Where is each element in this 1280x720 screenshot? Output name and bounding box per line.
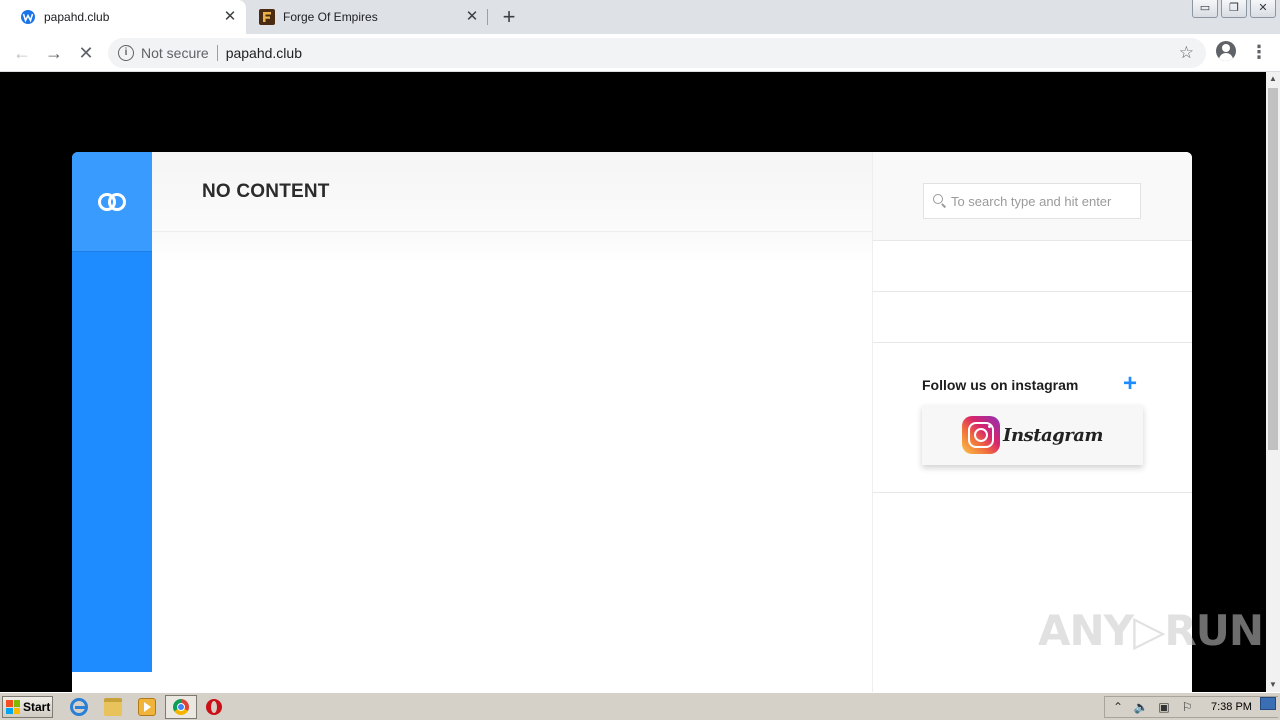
window-controls: ▭ ❐ ✕: [1189, 0, 1276, 18]
omnibox-divider: [216, 45, 218, 61]
tab-strip: papahd.club ✕ Forge Of Empires ✕ + ▭ ❐ ✕: [0, 0, 1280, 34]
page-scrollbar[interactable]: ▲ ▼: [1266, 72, 1280, 692]
scroll-up-arrow-icon[interactable]: ▲: [1266, 72, 1280, 86]
close-window-button[interactable]: ✕: [1250, 0, 1276, 18]
taskbar-clock[interactable]: 7:38 PM: [1211, 701, 1252, 713]
scroll-down-arrow-icon[interactable]: ▼: [1266, 678, 1280, 692]
browser-menu-icon[interactable]: ⋮: [1249, 42, 1269, 62]
address-bar[interactable]: i Not secure papahd.club ☆: [108, 38, 1206, 68]
globe-icon: [20, 9, 36, 25]
search-icon: [933, 194, 947, 208]
browser-toolbar: ← → ✕ i Not secure papahd.club ☆: [0, 34, 1280, 72]
minimize-button[interactable]: ▭: [1192, 0, 1218, 18]
instagram-wordmark: Instagram: [1003, 424, 1103, 446]
stop-loading-button[interactable]: ✕: [74, 41, 98, 65]
forward-button[interactable]: →: [42, 41, 66, 65]
search-input[interactable]: [950, 193, 1140, 209]
content-header: NO CONTENT: [152, 152, 872, 232]
show-desktop-icon[interactable]: [1260, 697, 1276, 710]
profile-avatar-icon[interactable]: [1216, 41, 1236, 61]
volume-icon[interactable]: 🔈: [1131, 699, 1151, 715]
instagram-logo-icon: [962, 416, 1001, 454]
plus-icon[interactable]: +: [1123, 370, 1137, 398]
start-button[interactable]: Start: [2, 696, 53, 718]
page-viewport: NO CONTENT Follow us on instagram + Inst…: [0, 72, 1266, 692]
chrome-taskbar-button[interactable]: [165, 695, 197, 719]
windows-logo-icon: [6, 700, 20, 714]
file-explorer-icon[interactable]: [104, 698, 122, 716]
tab-title: papahd.club: [44, 10, 110, 24]
system-tray: ⌃ 🔈 ▣ ⚐ 7:38 PM: [1104, 696, 1278, 718]
restore-button[interactable]: ❐: [1221, 0, 1247, 18]
instagram-widget-title: Follow us on instagram: [922, 377, 1079, 393]
back-button[interactable]: ←: [10, 41, 34, 65]
network-icon[interactable]: ▣: [1154, 699, 1174, 715]
page-title: NO CONTENT: [202, 181, 330, 202]
internet-explorer-icon[interactable]: [70, 698, 88, 716]
bookmark-star-icon[interactable]: ☆: [1179, 43, 1194, 63]
action-center-flag-icon[interactable]: ⚐: [1177, 699, 1197, 715]
close-tab-icon[interactable]: ✕: [464, 9, 480, 25]
search-box[interactable]: [923, 183, 1141, 219]
tab-forge-of-empires[interactable]: Forge Of Empires ✕: [248, 0, 488, 34]
tab-papahd[interactable]: papahd.club ✕: [0, 0, 246, 34]
opera-icon[interactable]: [206, 699, 222, 715]
side-nav-strip: [72, 152, 152, 672]
info-icon[interactable]: i: [118, 45, 134, 61]
windows-taskbar: Start ⌃ 🔈 ▣ ⚐ 7:38 PM: [0, 692, 1280, 720]
site-card: NO CONTENT Follow us on instagram + Inst…: [72, 152, 1192, 692]
instagram-banner[interactable]: Instagram: [922, 405, 1143, 465]
forge-of-empires-favicon: [259, 9, 275, 25]
sidebar-empty-row: [873, 241, 1192, 292]
scroll-thumb[interactable]: [1268, 88, 1278, 450]
new-tab-button[interactable]: +: [498, 6, 520, 28]
anyrun-watermark: ANY▷RUN: [1038, 606, 1264, 655]
instagram-widget: Follow us on instagram + Instagram: [873, 343, 1192, 493]
close-tab-icon[interactable]: ✕: [222, 9, 238, 25]
search-section: [873, 152, 1192, 241]
security-label: Not secure: [141, 45, 209, 61]
rings-logo-icon: [98, 192, 126, 211]
tray-expand-icon[interactable]: ⌃: [1108, 699, 1128, 715]
sidebar-empty-row: [873, 292, 1192, 343]
url-text[interactable]: papahd.club: [226, 45, 302, 61]
site-logo[interactable]: [72, 152, 152, 252]
content-area: [152, 232, 872, 692]
tab-separator: [487, 9, 488, 25]
start-label: Start: [23, 700, 51, 714]
chrome-icon: [173, 699, 189, 715]
tab-title: Forge Of Empires: [283, 10, 378, 24]
media-player-icon[interactable]: [138, 698, 156, 716]
